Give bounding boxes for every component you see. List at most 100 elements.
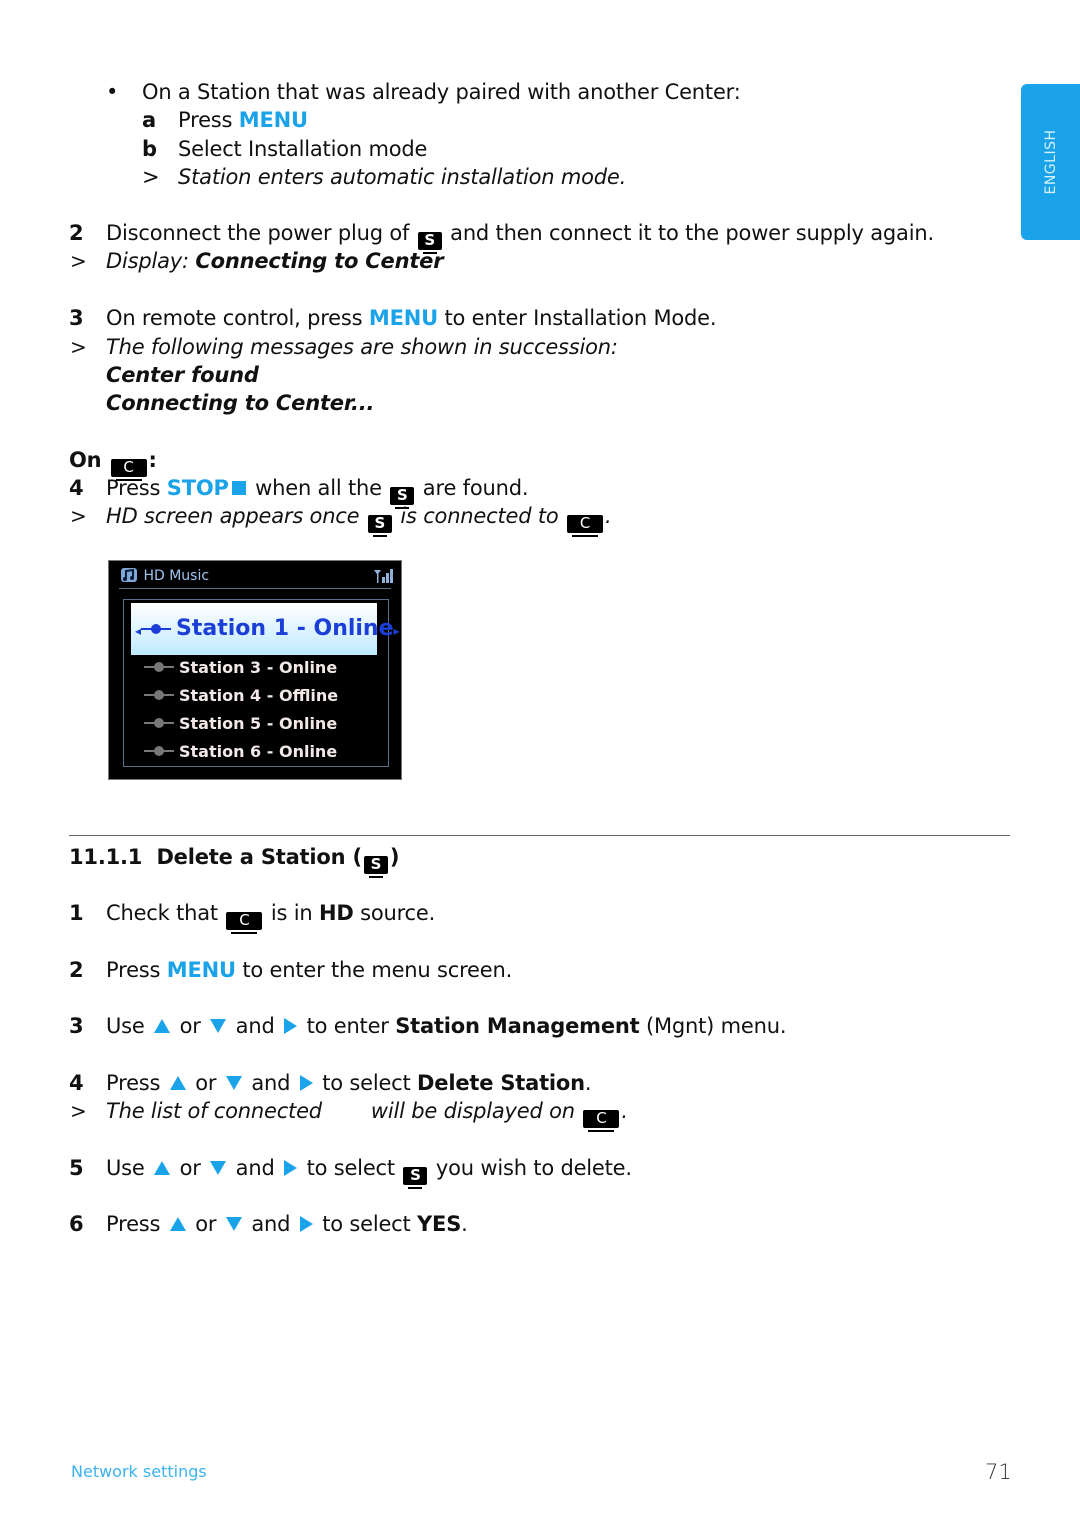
result-marker: > [70,504,87,528]
down-arrow-icon [210,1019,227,1033]
step-number: 2 [69,221,84,245]
step-number: 4 [69,1071,84,1095]
up-arrow-icon [154,1161,171,1175]
up-arrow-icon [169,1076,186,1090]
down-arrow-icon [225,1217,242,1231]
section-heading: 11.1.1 Delete a Station (S) [69,843,400,878]
station-list-item[interactable]: Station 4 - Offline [144,686,338,706]
station-device-icon: S [367,515,392,537]
display-label: Display: [106,249,189,273]
result-marker: > [70,335,87,359]
plug-icon [144,662,174,672]
step3-result: The following messages are shown in succ… [106,335,618,359]
text: and [251,1071,291,1095]
text: will be displayed on [370,1099,575,1123]
step4-result: HD screen appears once S is connected to… [106,502,612,537]
text: to select [306,1156,396,1180]
station-list: ◂ Station 1 - Online▸ Station 3 - Online … [123,599,400,767]
bullet-text: On a Station that was already paired wit… [142,80,741,104]
text: to enter the menu screen. [242,958,513,982]
station-label: Station 5 - Online [179,714,338,733]
colon: : [148,448,157,472]
text: Press [106,1212,161,1236]
bullet-marker: • [106,80,119,104]
hd-screen-title: HD Music [143,568,210,584]
delete-step-6: Press or and to select YES. [106,1210,468,1238]
message-connecting: Connecting to Center... [106,391,375,415]
footer-section-name: Network settings [71,1462,207,1481]
right-arrow-icon [284,1018,298,1034]
stop-icon [231,481,246,495]
step3-text-after: to enter Installation Mode. [444,306,717,330]
station-list-item[interactable]: Station 6 - Online [144,742,337,762]
step-number: 1 [69,901,84,925]
sub-a-text: Press [178,108,233,132]
delete-step-4-result: The list of connected will be displayed … [106,1097,628,1132]
step4-result-before: HD screen appears once [106,504,360,528]
period: . [605,504,612,528]
text: and [235,1156,275,1180]
result-marker: > [142,165,160,189]
station-list-item-selected[interactable]: ◂ Station 1 - Online▸ [131,603,400,655]
hd-screen-separator [119,588,391,589]
sub-a-line: Press MENU [178,106,308,134]
menu-key: MENU [238,108,308,132]
station-label: Station 1 - Online [176,616,394,641]
unplugged-icon [144,690,174,700]
page-number: 71 [985,1460,1012,1484]
delete-step-5: Use or and to select S you wish to delet… [106,1154,632,1189]
text: Use [106,1156,145,1180]
sub-b-text: Select Installation mode [178,137,428,161]
text: Press [106,958,161,982]
section-divider [69,835,1010,836]
hd-screen-header: HD Music [119,565,393,587]
step4-text-mid: when all the [255,476,382,500]
step-number: 2 [69,958,84,982]
step4-text-before: Press [106,476,161,500]
text: you wish to delete. [435,1156,632,1180]
text: (Mgnt) menu. [645,1014,787,1038]
up-arrow-icon [169,1217,186,1231]
step-number: 3 [69,306,84,330]
station-list-item[interactable]: Station 5 - Online [144,714,337,734]
step-number: 6 [69,1212,84,1236]
station-label: Station 3 - Online [179,658,338,677]
menu-key: MENU [166,958,236,982]
text: to select [322,1212,411,1236]
text: or [179,1156,201,1180]
period: . [621,1099,628,1123]
on-label: On [69,448,102,472]
menu-key: MENU [368,306,438,330]
sub-b-letter: b [142,137,157,161]
right-arrow-icon [299,1216,313,1232]
delete-step-3: Use or and to enter Station Management (… [106,1012,786,1040]
text: and [251,1212,291,1236]
step3-line: On remote control, press MENU to enter I… [106,304,717,332]
step-number: 5 [69,1156,84,1180]
step2-text-before: Disconnect the power plug of [106,221,410,245]
text: Use [106,1014,145,1038]
music-note-icon [121,568,137,582]
text: and [235,1014,275,1038]
plug-icon [144,746,174,756]
down-arrow-icon [225,1076,242,1090]
right-arrow-icon [284,1160,298,1176]
paren-close: ) [389,845,400,869]
station-label: Station 4 - Offline [179,686,339,705]
step2-result: Display: Connecting to Center [106,247,444,275]
result-marker: > [70,249,87,273]
step-number: 4 [69,476,84,500]
result-marker: > [70,1099,87,1123]
station-label: Station 6 - Online [179,742,338,761]
right-arrow-icon [299,1075,313,1091]
text: Check that [106,901,218,925]
station-list-item[interactable]: Station 3 - Online [144,658,337,678]
up-arrow-icon [154,1019,171,1033]
option-name: YES [417,1212,462,1236]
text: source. [360,901,436,925]
text: or [179,1014,201,1038]
step-number: 3 [69,1014,84,1038]
plug-icon [141,624,172,634]
plug-icon [144,718,174,728]
option-name: Delete Station [417,1071,585,1095]
